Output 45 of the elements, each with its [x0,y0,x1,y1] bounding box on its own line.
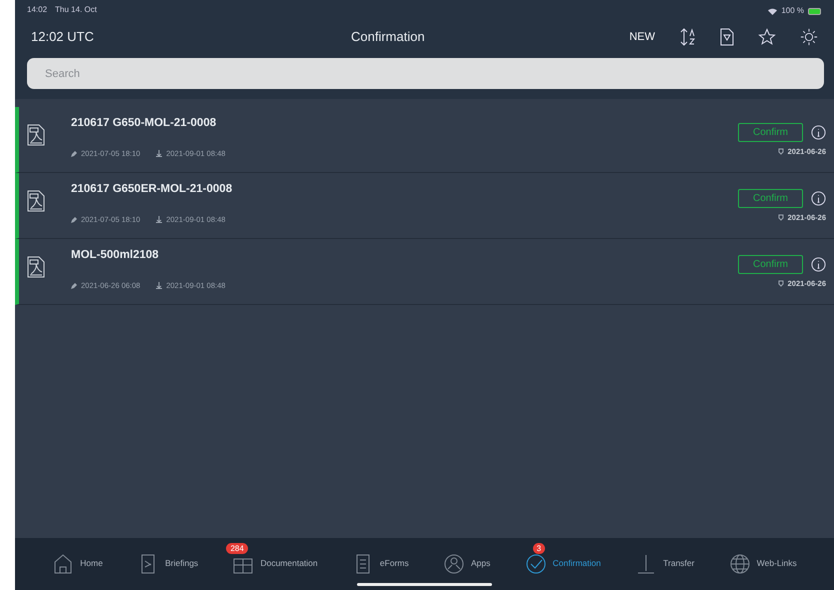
globe-icon [728,552,751,574]
pdf-file-icon [27,256,45,278]
pencil-icon [71,150,77,157]
document-title[interactable]: 210617 G650-MOL-21-0008 [71,115,738,132]
new-button[interactable]: NEW [628,28,656,46]
brightness-icon[interactable] [800,28,818,46]
info-icon[interactable] [811,191,826,206]
status-date: Thu 14. Oct [55,4,97,16]
tab-item[interactable]: Transfer [631,542,698,578]
tab-item[interactable]: Documentation 284 [228,542,322,578]
document-filter-icon[interactable] [720,28,734,46]
check-icon [524,552,547,574]
utc-clock: 12:02 UTC [31,28,95,46]
count-badge: 3 [532,542,546,554]
battery-icon [808,8,822,14]
info-icon[interactable] [811,257,826,272]
tab-item[interactable]: Apps [439,542,494,578]
confirm-button[interactable]: Confirm [738,189,803,208]
tag-icon [778,280,784,288]
status-time: 14:02 [27,4,48,16]
tag-icon [778,214,784,222]
page-title: Confirmation [351,28,426,46]
apps-icon [443,552,466,574]
confirm-button[interactable]: Confirm [738,123,803,142]
document-title[interactable]: MOL-500ml2108 [71,247,738,264]
tab-item[interactable]: Confirmation 3 [520,542,605,578]
tab-item[interactable]: Web-Links [724,542,801,578]
count-badge: 284 [226,542,248,554]
tab-item[interactable]: Briefings [133,542,202,578]
battery-percent: 100 % [781,5,804,17]
sort-icon[interactable] [680,28,696,46]
tag-icon [778,148,784,156]
search-field[interactable]: Search [27,58,824,89]
pdf-file-icon [27,190,45,212]
wifi-icon [768,8,778,14]
confirm-button[interactable]: Confirm [738,255,803,274]
pencil-icon [71,216,77,223]
star-icon[interactable] [758,28,776,46]
tab-item[interactable]: Home [48,542,107,578]
pencil-icon [71,282,77,289]
house-icon [52,552,74,574]
tab-item[interactable]: eForms [348,542,413,578]
document-title[interactable]: 210617 G650ER-MOL-21-0008 [71,181,738,198]
pdf-file-icon [27,124,45,146]
info-icon[interactable] [811,125,826,140]
